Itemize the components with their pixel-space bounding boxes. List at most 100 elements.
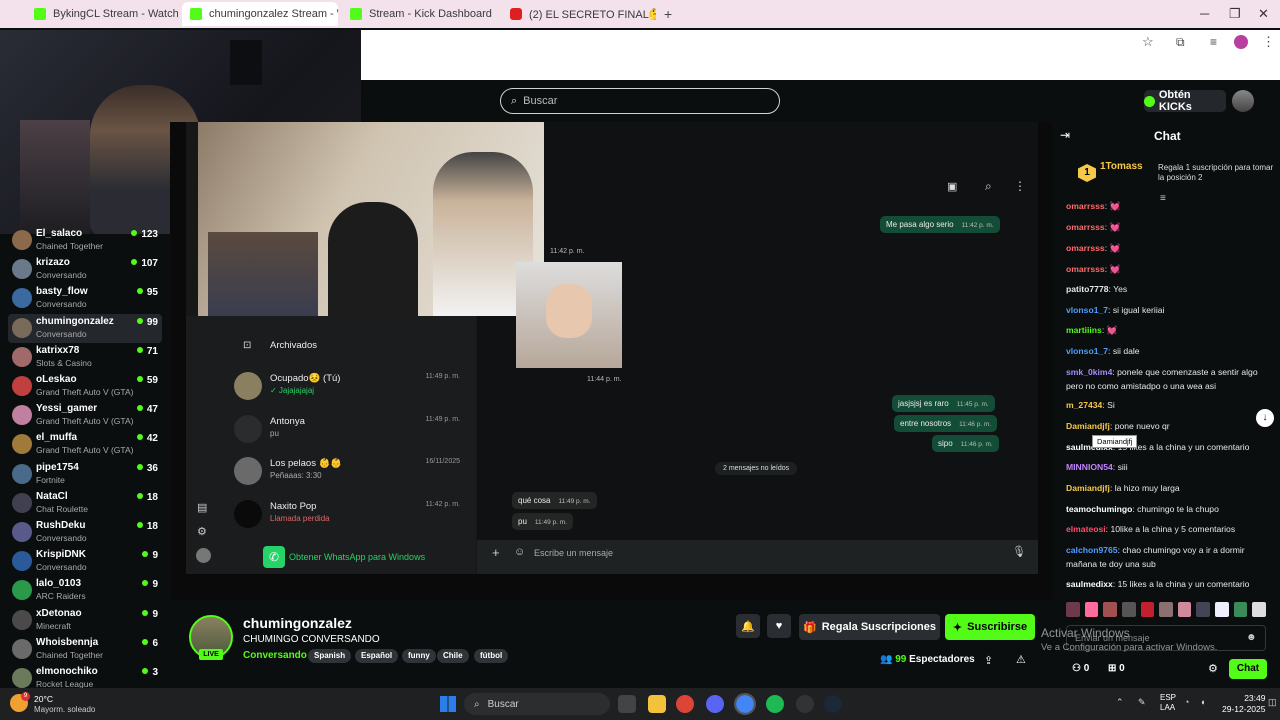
chat-username[interactable]: teamochumingo	[1066, 504, 1132, 514]
chat-username[interactable]: vlonso1_7	[1066, 346, 1108, 356]
sidebar-item-viewers: 18	[137, 521, 158, 532]
sidebar-item-xdetonao[interactable]: xDetonao Minecraft 9	[8, 606, 162, 635]
tag[interactable]: funny	[402, 649, 436, 663]
chat-username[interactable]: vlonso1_7	[1066, 305, 1108, 315]
tag[interactable]: fútbol	[474, 649, 509, 663]
emote-icon[interactable]	[1121, 602, 1136, 617]
emoji-icon[interactable]: ☻	[1246, 632, 1257, 643]
gift-subs-button[interactable]: 🎁 Regala Suscripciones	[799, 614, 940, 640]
obs-icon[interactable]	[796, 695, 814, 713]
media-icon[interactable]: ≡	[1210, 35, 1217, 49]
sidebar-item-krispidnk[interactable]: KrispiDNK Conversando 9	[8, 547, 162, 576]
stream-category[interactable]: Conversando	[243, 650, 307, 661]
chat-username[interactable]: Damiandjfj	[1066, 483, 1110, 493]
chat-username[interactable]: MINNION54	[1066, 462, 1113, 472]
emote-icon[interactable]	[1252, 602, 1267, 617]
chat-username[interactable]: omarrsss	[1066, 264, 1105, 274]
scroll-down-icon[interactable]: ↓	[1256, 409, 1274, 427]
chat-username[interactable]: m_27434	[1066, 400, 1102, 410]
subscribe-button[interactable]: ✦ Suscribirse	[945, 614, 1035, 640]
report-icon[interactable]: ⚠	[1016, 653, 1026, 666]
chat-username[interactable]: martiiins	[1066, 325, 1102, 335]
network-icon[interactable]: ◔	[1184, 697, 1189, 707]
bookmark-star-icon[interactable]: ☆	[1142, 34, 1154, 50]
sidebar-item-oleskao[interactable]: oLeskao Grand Theft Auto V (GTA) 59	[8, 372, 162, 401]
chat-username[interactable]: Damiandjfj	[1066, 421, 1110, 431]
user-avatar[interactable]	[1232, 90, 1254, 112]
emote-icon[interactable]	[1177, 602, 1192, 617]
chat-username[interactable]: omarrsss	[1066, 222, 1105, 232]
sidebar-item-natacl[interactable]: NataCl Chat Roulette 18	[8, 489, 162, 518]
search-input[interactable]: ⌕ Buscar	[500, 88, 780, 114]
chrome-active-icon[interactable]	[734, 693, 756, 715]
share-icon[interactable]: ⇪	[984, 654, 993, 667]
tag[interactable]: Español	[355, 649, 399, 663]
sidebar-item-pipe1754[interactable]: pipe1754 Fortnite 36	[8, 460, 162, 489]
steam-icon[interactable]	[824, 695, 842, 713]
sidebar-item-whoisbennja[interactable]: Whoisbennja Chained Together 6	[8, 635, 162, 664]
file-explorer-icon[interactable]	[648, 695, 666, 713]
profile-avatar[interactable]	[1234, 35, 1248, 49]
browser-tab-active[interactable]: chumingonzalez Stream - W✕	[182, 2, 338, 26]
task-view-icon[interactable]	[618, 695, 636, 713]
tag[interactable]: Spanish	[308, 649, 352, 663]
extensions-icon[interactable]: ⧉	[1176, 35, 1185, 50]
emote-icon[interactable]	[1103, 602, 1117, 617]
minimize-icon[interactable]: ─	[1200, 6, 1209, 21]
get-kicks-button[interactable]: Obtén KICKs	[1144, 89, 1226, 113]
clock[interactable]: 23:49 29-12-2025	[1222, 693, 1265, 715]
chat-username[interactable]: omarrsss	[1066, 243, 1105, 253]
chat-username[interactable]: calchon9765	[1066, 545, 1118, 555]
new-tab-icon[interactable]: +	[664, 6, 672, 22]
maximize-icon[interactable]: ❐	[1229, 6, 1241, 22]
chevron-up-icon[interactable]: ⌃	[1116, 697, 1124, 708]
chrome-icon[interactable]	[676, 695, 694, 713]
sidebar-item-krizazo[interactable]: krizazo Conversando 107	[8, 255, 162, 284]
tag[interactable]: Chile	[437, 649, 469, 663]
chat-username[interactable]: omarrsss	[1066, 201, 1105, 211]
chat-username[interactable]: saulmedixx	[1066, 579, 1113, 589]
chat-username[interactable]: elmateosi	[1066, 524, 1106, 534]
discord-icon[interactable]	[706, 695, 724, 713]
chat-username[interactable]: patito7778	[1066, 284, 1109, 294]
sidebar-item-katrixx78[interactable]: katrixx78 Slots & Casino 71	[8, 343, 162, 372]
sidebar-item-lalo_0103[interactable]: lalo_0103 ARC Raiders 9	[8, 576, 162, 605]
sidebar-item-el_muffa[interactable]: el_muffa Grand Theft Auto V (GTA) 42	[8, 430, 162, 459]
message-bubble-outgoing: sipo 11:46 p. m.	[932, 435, 999, 452]
send-chat-button[interactable]: Chat	[1229, 659, 1267, 679]
kicks-balance[interactable]: ⚇ 0	[1072, 663, 1089, 674]
gifts-balance[interactable]: ⊞ 0	[1108, 663, 1125, 674]
sub-leaderboard[interactable]: 1 1Tomass Regala 1 suscripción para toma…	[1060, 156, 1274, 192]
sidebar-item-chumingonzalez[interactable]: chumingonzalez Conversando 99	[8, 313, 162, 343]
pen-icon[interactable]: ✎	[1138, 697, 1146, 708]
emote-icon[interactable]	[1140, 602, 1155, 617]
browser-tab[interactable]: Stream - Kick Dashboard✕	[342, 2, 498, 26]
sidebar-item-el_salaco[interactable]: El_salaco Chained Together 123	[8, 226, 162, 255]
spotify-icon[interactable]	[766, 695, 784, 713]
sidebar-item-basty_flow[interactable]: basty_flow Conversando 95	[8, 284, 162, 313]
emote-icon[interactable]	[1084, 602, 1099, 617]
sidebar-item-yessi_gamer[interactable]: Yessi_gamer Grand Theft Auto V (GTA) 47	[8, 401, 162, 430]
close-icon[interactable]: ✕	[492, 7, 499, 21]
emote-icon[interactable]	[1196, 602, 1211, 617]
sidebar-item-rushdeku[interactable]: RushDeku Conversando 18	[8, 518, 162, 547]
settings-icon[interactable]: ⚙	[1208, 662, 1218, 675]
volume-icon[interactable]: ◖	[1200, 697, 1205, 707]
taskbar-search[interactable]: ⌕ Buscar	[464, 693, 610, 715]
channel-name[interactable]: chumingonzalez	[243, 615, 352, 631]
notification-bell-button[interactable]: 🔔	[736, 614, 760, 638]
close-window-icon[interactable]: ✕	[1258, 6, 1269, 22]
follow-button[interactable]: ♥	[767, 614, 791, 638]
language-indicator[interactable]: ESP LAA	[1160, 693, 1176, 713]
notifications-icon[interactable]: ◫	[1268, 697, 1277, 708]
windows-start-icon[interactable]	[440, 696, 456, 712]
collapse-chat-icon[interactable]: ⇥	[1060, 128, 1070, 142]
emote-icon[interactable]	[1066, 602, 1080, 617]
chat-username[interactable]: smk_0kim4	[1066, 367, 1112, 377]
emote-icon[interactable]	[1233, 602, 1248, 617]
emote-icon[interactable]	[1215, 602, 1229, 617]
menu-icon[interactable]: ⋮	[1262, 34, 1275, 50]
emote-icon[interactable]	[1159, 602, 1173, 617]
browser-tab[interactable]: BykingCL Stream - Watch Live o✕	[26, 2, 178, 26]
browser-tab[interactable]: (2) EL SECRETO FINAL🤔 Capít✕	[502, 2, 656, 26]
